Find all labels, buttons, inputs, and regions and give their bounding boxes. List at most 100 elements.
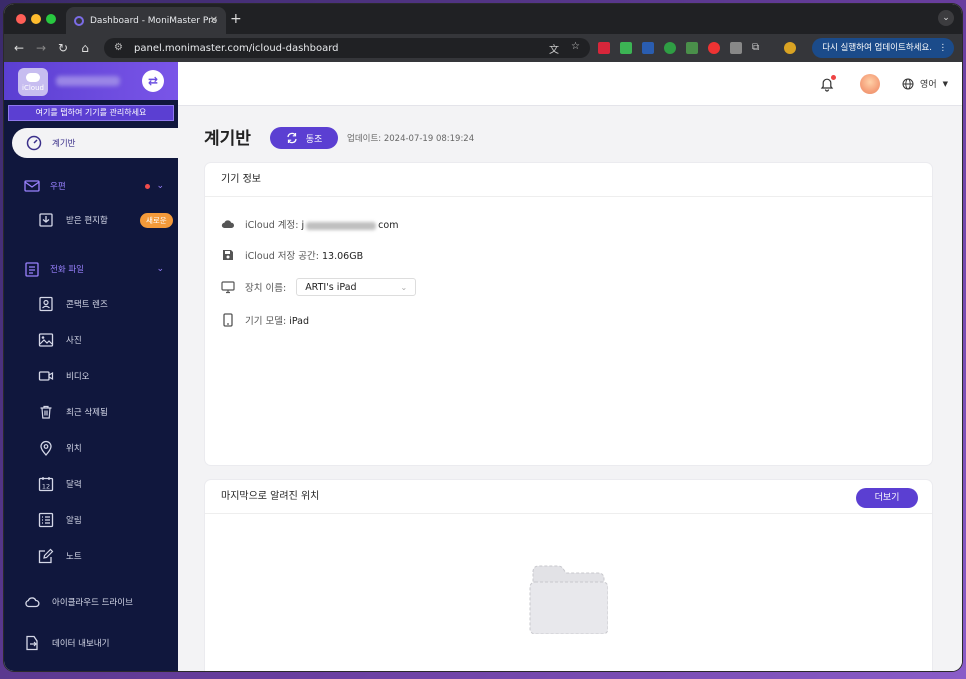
- update-chrome-button[interactable]: 다시 실행하여 업데이트하세요. ⋮: [812, 38, 954, 58]
- monitor-icon: [221, 281, 235, 294]
- sidebar-header: iCloud ⇄: [4, 62, 178, 100]
- site-info-icon[interactable]: ⚙: [114, 42, 123, 53]
- sidebar-item-label: 비디오: [66, 372, 90, 382]
- caret-down-icon: ▼: [942, 79, 948, 88]
- sidebar-item-label: 위치: [66, 444, 82, 454]
- device-name-select[interactable]: ARTI's iPad ⌄: [296, 278, 417, 296]
- sidebar-item-export-data[interactable]: 데이터 내보내기: [24, 635, 109, 651]
- tab-strip: Dashboard - MoniMaster Pro ✕ + ⌄: [4, 4, 962, 34]
- camera-extension-icon[interactable]: [730, 42, 742, 54]
- home-icon[interactable]: ⌂: [74, 41, 96, 55]
- extension-icon[interactable]: [642, 42, 654, 54]
- back-icon[interactable]: ←: [8, 41, 30, 55]
- extension-icon[interactable]: [598, 42, 610, 54]
- sidebar-item-video[interactable]: 비디오: [38, 368, 89, 384]
- sidebar-item-calendar[interactable]: 12 달력: [38, 476, 82, 492]
- extensions-puzzle-icon[interactable]: ⧉: [752, 42, 764, 54]
- unread-dot: [145, 183, 151, 189]
- extensions-bar: ⧉: [598, 42, 796, 54]
- device-name-value: ARTI's iPad: [305, 281, 357, 293]
- monimaster-favicon-icon: [74, 15, 84, 26]
- sidebar-item-photos[interactable]: 사진: [38, 332, 82, 348]
- sidebar-item-label: 콘택트 렌즈: [66, 300, 108, 310]
- extension-icon[interactable]: [620, 42, 632, 54]
- sidebar-item-label: 알림: [66, 516, 82, 526]
- cloud-icon: [221, 220, 235, 229]
- notification-bell-icon[interactable]: [820, 75, 836, 96]
- photo-icon: [38, 332, 54, 348]
- phone-files-icon: [24, 261, 40, 277]
- profile-icon[interactable]: [784, 42, 796, 54]
- empty-folder-icon: [529, 565, 608, 634]
- close-tab-icon[interactable]: ✕: [210, 15, 218, 26]
- model-value: iPad: [289, 316, 310, 327]
- sidebar-item-location[interactable]: 위치: [38, 440, 82, 456]
- inbox-icon: [38, 212, 54, 228]
- browser-window: Dashboard - MoniMaster Pro ✕ + ⌄ ← → ↻ ⌂…: [4, 4, 962, 671]
- icloud-logo-icon: iCloud: [18, 68, 48, 96]
- sidebar-group-phone-files[interactable]: 전화 파일 ⌄: [24, 261, 164, 277]
- close-window-button[interactable]: [16, 14, 26, 24]
- extension-icon[interactable]: [664, 42, 676, 54]
- chevron-down-icon: ⌄: [400, 282, 408, 292]
- bookmark-star-icon[interactable]: ☆: [571, 41, 580, 56]
- minimize-window-button[interactable]: [31, 14, 41, 24]
- reload-icon[interactable]: ↻: [52, 41, 74, 55]
- sidebar-item-notes[interactable]: 노트: [38, 548, 82, 564]
- reminder-icon: [38, 512, 54, 528]
- new-badge: 새로운: [140, 213, 173, 228]
- sidebar-item-label: 사진: [66, 336, 82, 346]
- sidebar-item-reminders[interactable]: 알림: [38, 512, 82, 528]
- language-selector[interactable]: 영어 ▼: [902, 77, 948, 90]
- extension-icon[interactable]: [686, 42, 698, 54]
- icloud-storage-row: iCloud 저장 공간: 13.06GB: [221, 248, 363, 262]
- extension-icon[interactable]: [708, 42, 720, 54]
- icloud-account-row: iCloud 계정: j com: [221, 217, 398, 231]
- sidebar-group-label: 우편: [50, 182, 66, 192]
- tab-search-icon[interactable]: ⌄: [938, 10, 954, 26]
- chevron-down-icon[interactable]: ⌄: [156, 264, 164, 274]
- sidebar-item-label: 최근 삭제됨: [66, 408, 108, 418]
- sidebar-item-label: 아이클라우드 드라이브: [52, 598, 133, 608]
- user-avatar[interactable]: [860, 74, 880, 94]
- app-area: iCloud ⇄ 여기를 탭하여 기기를 관리하세요 계기반 우편 ⌄ 받은 편…: [4, 62, 962, 671]
- location-icon: [38, 440, 54, 456]
- sidebar-item-dashboard[interactable]: 계기반: [12, 128, 182, 158]
- sidebar-group-label: 전화 파일: [50, 265, 84, 275]
- contacts-icon: [38, 296, 54, 312]
- new-tab-icon[interactable]: +: [230, 11, 242, 27]
- view-more-button[interactable]: 더보기: [856, 488, 918, 508]
- svg-text:12: 12: [42, 483, 50, 491]
- sidebar-item-label: 받은 편지함: [66, 216, 108, 226]
- language-label: 영어: [920, 80, 937, 90]
- sidebar-item-inbox[interactable]: 받은 편지함: [38, 212, 108, 228]
- account-value-start: j: [301, 220, 305, 231]
- mail-icon: [24, 178, 40, 194]
- address-bar[interactable]: ⚙ panel.monimaster.com/icloud-dashboard …: [104, 38, 590, 58]
- more-menu-icon[interactable]: ⋮: [939, 38, 948, 58]
- calendar-icon: 12: [38, 476, 54, 492]
- storage-value: 13.06GB: [322, 251, 364, 262]
- last-location-card: 마지막으로 알려진 위치 더보기: [205, 480, 932, 671]
- device-info-card: 기기 정보 iCloud 계정: j com iCloud 저장 공간: 13.0…: [205, 163, 932, 465]
- chevron-down-icon[interactable]: ⌄: [156, 181, 164, 191]
- video-icon: [38, 368, 54, 384]
- top-bar: 영어 ▼: [178, 62, 962, 106]
- update-label: 다시 실행하여 업데이트하세요.: [822, 43, 932, 53]
- note-icon: [38, 548, 54, 564]
- device-account-blurred: [56, 76, 120, 86]
- storage-label: iCloud 저장 공간:: [245, 251, 319, 262]
- sidebar-item-recently-deleted[interactable]: 최근 삭제됨: [38, 404, 108, 420]
- maximize-window-button[interactable]: [46, 14, 56, 24]
- translate-icon[interactable]: 文: [549, 41, 559, 56]
- account-value-end: com: [378, 220, 399, 231]
- sidebar-item-icloud-drive[interactable]: 아이클라우드 드라이브: [24, 594, 133, 610]
- sidebar-group-mail[interactable]: 우편 ⌄: [24, 178, 164, 194]
- switch-device-icon[interactable]: ⇄: [142, 70, 164, 92]
- tab-dashboard[interactable]: Dashboard - MoniMaster Pro ✕: [66, 7, 226, 34]
- forward-icon[interactable]: →: [30, 41, 52, 55]
- sync-button[interactable]: 동조: [270, 127, 338, 149]
- sidebar-item-contacts[interactable]: 콘택트 렌즈: [38, 296, 108, 312]
- trash-icon: [38, 404, 54, 420]
- device-model-row: 기기 모델: iPad: [221, 313, 309, 327]
